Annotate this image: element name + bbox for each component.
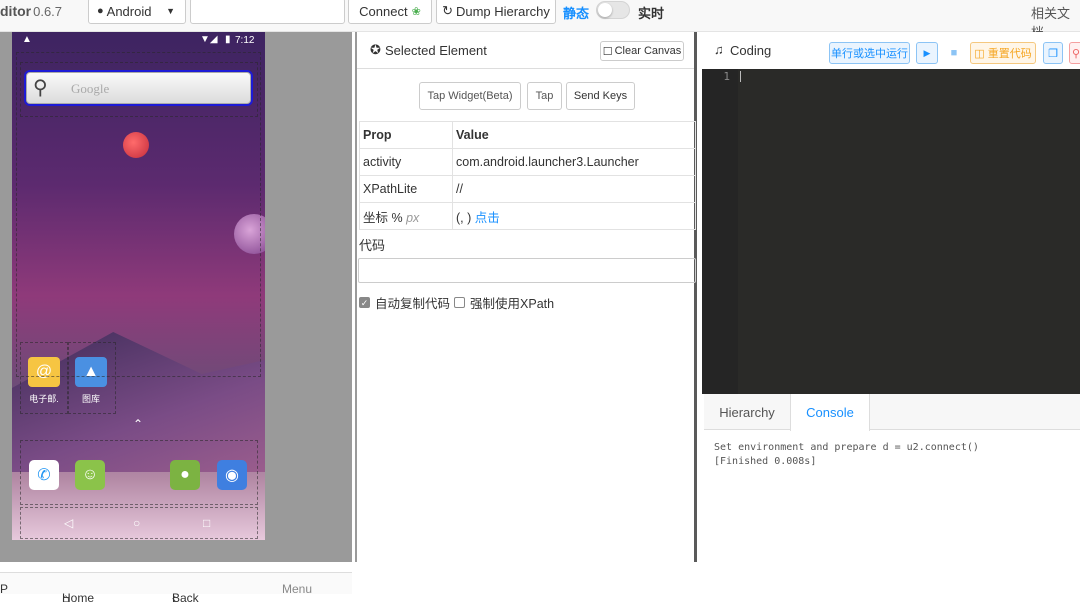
table-row: 坐标 % px (, ) 点击 [359, 202, 696, 230]
hierarchy-bounds [20, 62, 258, 117]
status-bar: ▲ ▼◢ ▮ 7:12 [12, 32, 265, 50]
clock: 7:12 [235, 35, 255, 46]
search-icon[interactable]: ⚲ [1069, 42, 1080, 64]
console-output: Set environment and prepare d = u2.conne… [714, 441, 979, 469]
tap-widget-button[interactable]: Tap Widget(Beta) [419, 82, 521, 110]
options-row: ✓ 自动复制代码 强制使用XPath [359, 297, 555, 311]
prop-cell: activity [359, 148, 453, 176]
tab-hierarchy[interactable]: Hierarchy [704, 394, 790, 430]
trash-icon: ◫ [974, 47, 985, 60]
prop-cell: XPathLite [359, 175, 453, 203]
code-label: 代码 [359, 238, 386, 253]
realtime-mode-label: 实时 [638, 6, 665, 21]
coding-panel: ♫ Coding 单行或选中运行 ▶ ■ ◫ 重置代码 ❐ ⚲ 1 Hierarc… [700, 32, 1080, 562]
panel-title: Selected Element [385, 43, 487, 58]
hierarchy-bounds [20, 342, 68, 414]
realtime-toggle[interactable] [596, 1, 630, 19]
refresh-icon: ↻ [442, 3, 453, 18]
caret-down-icon: ▼ [166, 6, 175, 16]
column-header-value: Value [452, 121, 696, 149]
coding-title: Coding [730, 43, 772, 58]
run-selection-button[interactable]: 单行或选中运行 [829, 42, 910, 64]
checkbox-icon: ☐ [602, 45, 613, 58]
android-icon: ● [97, 5, 104, 17]
device-screen[interactable]: ▲ ▼◢ ▮ 7:12 ⚲ Google @ 电子邮. ▲ 图库 ⌃ ✆ ☺ ●… [12, 32, 265, 540]
battery-icon: ▮ [225, 34, 231, 45]
column-header-prop: Prop [359, 121, 453, 149]
panel-header: ✪ Selected Element ☐ Clear Canvas [357, 32, 694, 69]
bottom-tabs: Hierarchy Console [704, 394, 1080, 431]
value-cell: com.android.launcher3.Launcher [452, 148, 696, 176]
device-serial-input[interactable] [190, 0, 345, 24]
prop-cell: 坐标 % px [359, 202, 453, 230]
console-line: Set environment and prepare d = u2.conne… [714, 442, 979, 453]
value-cell: (, ) 点击 [452, 202, 696, 230]
click-link[interactable]: 点击 [475, 211, 500, 225]
app-drawer-arrow-icon[interactable]: ⌃ [133, 417, 143, 431]
selected-element-panel: ✪ Selected Element ☐ Clear Canvas Tap Wid… [355, 32, 697, 562]
code-input[interactable] [358, 258, 696, 283]
send-keys-button[interactable]: Send Keys [566, 82, 635, 110]
unit-label[interactable]: px [406, 211, 419, 225]
music-note-icon: ♫ [714, 42, 724, 57]
top-toolbar: ditor 0.6.7 ● Android ▼ Connect ❀ ↻ Dump Hier… [0, 0, 1080, 40]
play-icon[interactable]: ▶ [916, 42, 938, 64]
code-editor[interactable]: 1 [702, 69, 1080, 394]
copy-icon[interactable]: ❐ [1043, 42, 1063, 64]
dump-hierarchy-button[interactable]: ↻ Dump Hierarchy [436, 0, 556, 24]
table-row: activity com.android.launcher3.Launcher [359, 148, 696, 176]
force-xpath-checkbox[interactable] [454, 297, 466, 308]
wifi-signal-icon: ▼◢ [200, 34, 218, 45]
version-label: 0.6.7 [33, 4, 63, 19]
auto-copy-checkbox[interactable]: ✓ [359, 297, 370, 308]
notification-icon: ▲ [22, 34, 32, 45]
clear-canvas-button[interactable]: ☐ Clear Canvas [600, 41, 684, 61]
tab-console[interactable]: Console [790, 394, 870, 431]
line-number: 1 [723, 70, 730, 83]
device-controls: P ⌂ Home ‹ Back Menu [0, 572, 352, 605]
table-header-row: Prop Value [359, 121, 696, 149]
connect-button[interactable]: Connect ❀ [348, 0, 432, 24]
line-gutter: 1 [702, 69, 738, 394]
table-row: XPathLite // [359, 175, 696, 203]
tap-button[interactable]: Tap [527, 82, 562, 110]
menu-button[interactable]: Menu [282, 582, 312, 596]
static-mode-label: 静态 [563, 6, 590, 21]
platform-select[interactable]: ● Android ▼ [88, 0, 186, 24]
hierarchy-bounds [68, 342, 116, 414]
text-cursor [740, 71, 741, 82]
console-line: [Finished 0.008s] [714, 456, 817, 467]
stop-icon[interactable]: ■ [944, 42, 964, 64]
hierarchy-bounds [20, 507, 258, 539]
properties-table: Prop Value activity com.android.launcher… [359, 121, 696, 230]
device-panel: ▲ ▼◢ ▮ 7:12 ⚲ Google @ 电子邮. ▲ 图库 ⌃ ✆ ☺ ●… [0, 32, 352, 605]
cursor-icon: ✪ [370, 42, 381, 57]
power-button[interactable]: P [0, 582, 8, 596]
leaf-icon: ❀ [411, 5, 421, 18]
hierarchy-bounds [20, 440, 258, 505]
app-title: ditor 0.6.7 [0, 3, 63, 19]
reset-code-button[interactable]: ◫ 重置代码 [970, 42, 1036, 64]
value-cell: // [452, 175, 696, 203]
